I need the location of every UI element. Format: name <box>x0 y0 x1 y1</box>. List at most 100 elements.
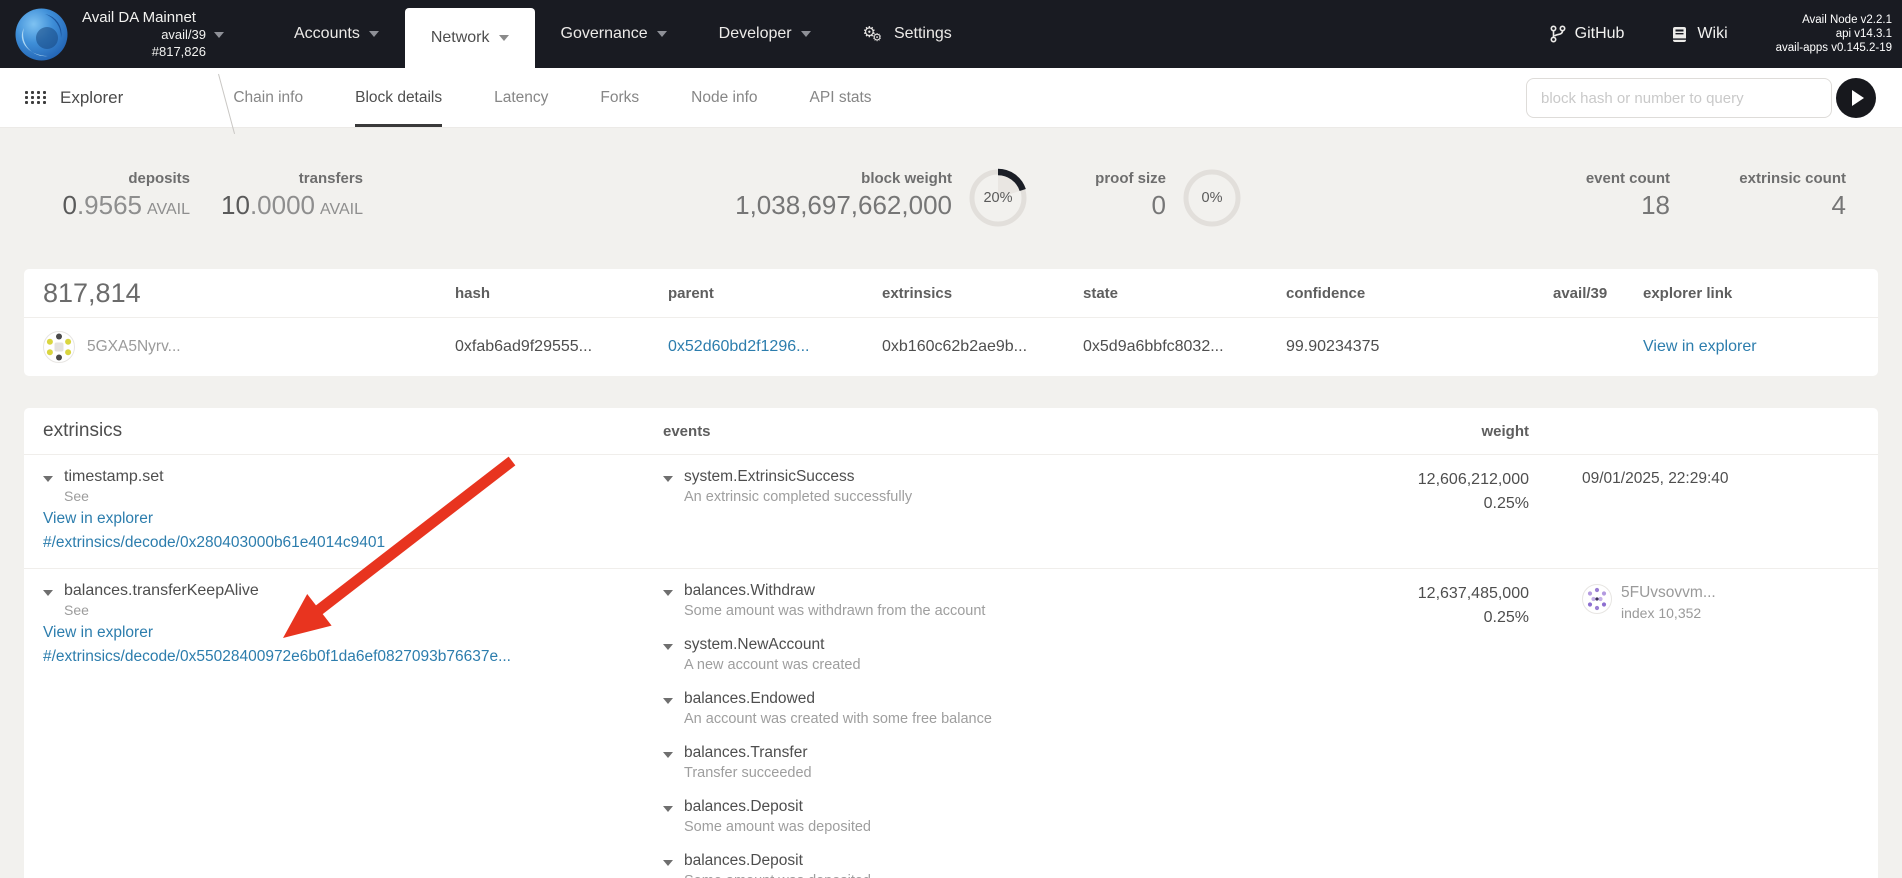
event-item: balances.DepositSome amount was deposite… <box>663 852 1303 878</box>
block-table-card: 817,814 hash parent extrinsics state con… <box>24 269 1878 376</box>
extrinsic-explorer-link[interactable]: View in explorer <box>43 624 663 642</box>
extrinsic-method: timestamp.set <box>64 468 164 486</box>
wiki-link[interactable]: Wiki <box>1672 25 1727 43</box>
col-header-confidence: confidence <box>1286 285 1553 302</box>
stat-transfers: transfers 10.0000AVAIL <box>200 170 363 221</box>
section-title: Explorer <box>60 88 123 108</box>
extrinsics-title: extrinsics <box>43 420 663 442</box>
extrinsic-decode-link[interactable]: #/extrinsics/decode/0x55028400972e6b0f1d… <box>43 648 663 666</box>
github-fork-icon <box>1550 25 1566 43</box>
block-search-input[interactable] <box>1526 78 1832 118</box>
extrinsics-header: extrinsics events weight <box>24 408 1878 454</box>
col-header-parent: parent <box>668 285 882 302</box>
node-version: Avail Node v2.2.1 <box>1776 13 1892 27</box>
event-item: balances.WithdrawSome amount was withdra… <box>663 582 1303 619</box>
signer-cell: 5FUvsovvm... index 10,352 <box>1529 582 1878 621</box>
col-header-hash: hash <box>455 285 668 302</box>
event-item: balances.TransferTransfer succeeded <box>663 744 1303 781</box>
extrinsics-card: extrinsics events weight timestamp.set S… <box>24 408 1878 878</box>
block-table-row: 5GXA5Nyrv... 0xfab6ad9f29555... 0x52d60b… <box>24 318 1878 376</box>
event-item: balances.EndowedAn account was created w… <box>663 690 1303 727</box>
external-links: GitHub Wiki <box>1550 0 1776 68</box>
extrinsics-root: 0xb160c62b2ae9b... <box>882 338 1083 356</box>
chevron-down-icon <box>214 32 224 38</box>
weight-cell: 12,606,212,000 0.25% <box>1303 468 1529 513</box>
avail-logo[interactable] <box>0 0 82 68</box>
top-navigation-bar: Avail DA Mainnet avail/39 #817,826 Accou… <box>0 0 1902 68</box>
stat-deposits: deposits 0.9565AVAIL <box>0 170 190 221</box>
col-header-explorer-link: explorer link <box>1643 285 1878 302</box>
menu-governance[interactable]: Governance <box>535 0 693 68</box>
tab-chain-info[interactable]: Chain info <box>233 68 303 127</box>
github-link[interactable]: GitHub <box>1550 25 1625 43</box>
chain-spec[interactable]: avail/39 <box>82 26 230 43</box>
event-item: system.NewAccountA new account was creat… <box>663 636 1303 673</box>
menu-developer[interactable]: Developer <box>693 0 837 68</box>
expand-caret-icon[interactable] <box>663 698 673 704</box>
author-identicon <box>43 331 75 363</box>
extrinsic-method: balances.transferKeepAlive <box>64 582 259 600</box>
menu-network[interactable]: Network <box>405 8 535 68</box>
menu-accounts[interactable]: Accounts <box>268 0 405 68</box>
expand-caret-icon[interactable] <box>663 476 673 482</box>
api-version: api v14.3.1 <box>1776 27 1892 41</box>
menu-settings[interactable]: ⚙⚙Settings <box>837 0 978 68</box>
see-label: See <box>64 602 663 618</box>
signer-identicon <box>1582 584 1612 614</box>
expand-caret-icon[interactable] <box>663 644 673 650</box>
proof-size-gauge: 0% <box>1180 166 1244 230</box>
timestamp-cell: 09/01/2025, 22:29:40 <box>1529 468 1878 488</box>
grid-icon <box>25 91 47 104</box>
extrinsic-decode-link[interactable]: #/extrinsics/decode/0x280403000b61e4014c… <box>43 534 663 552</box>
event-item: system.ExtrinsicSuccessAn extrinsic comp… <box>663 468 1303 505</box>
signer-index: index 10,352 <box>1621 605 1716 621</box>
play-icon <box>1852 90 1864 106</box>
expand-caret-icon[interactable] <box>663 860 673 866</box>
stat-event-count: event count 18 <box>1500 170 1670 221</box>
events-header: events <box>663 423 1303 440</box>
gears-icon: ⚙⚙ <box>863 23 886 41</box>
col-header-availspec: avail/39 <box>1553 285 1643 302</box>
apps-version: avail-apps v0.145.2-19 <box>1776 41 1892 55</box>
explorer-tabbar: Explorer Chain info Block details Latenc… <box>0 68 1902 128</box>
confidence-value: 99.90234375 <box>1286 338 1553 356</box>
chevron-down-icon <box>657 31 667 37</box>
tab-list: Chain info Block details Latency Forks N… <box>233 68 923 127</box>
tab-forks[interactable]: Forks <box>600 68 639 127</box>
chevron-down-icon <box>369 31 379 37</box>
expand-caret-icon[interactable] <box>663 806 673 812</box>
expand-caret-icon[interactable] <box>663 752 673 758</box>
col-header-extrinsics: extrinsics <box>882 285 1083 302</box>
parent-hash-link[interactable]: 0x52d60bd2f1296... <box>668 338 882 356</box>
chevron-down-icon <box>499 35 509 41</box>
explorer-section: Explorer <box>0 68 123 127</box>
tab-block-details[interactable]: Block details <box>355 68 442 127</box>
weight-header: weight <box>1303 423 1529 440</box>
event-item: balances.DepositSome amount was deposite… <box>663 798 1303 835</box>
best-block-number: #817,826 <box>82 43 230 60</box>
tab-api-stats[interactable]: API stats <box>810 68 872 127</box>
stat-extrinsic-count: extrinsic count 4 <box>1690 170 1846 221</box>
signer-address: 5FUvsovvm... <box>1621 584 1716 601</box>
block-table-header: 817,814 hash parent extrinsics state con… <box>24 269 1878 318</box>
expand-caret-icon[interactable] <box>43 590 53 596</box>
network-brand[interactable]: Avail DA Mainnet avail/39 #817,826 <box>82 0 230 68</box>
col-header-state: state <box>1083 285 1286 302</box>
extrinsic-explorer-link[interactable]: View in explorer <box>43 510 663 528</box>
state-root: 0x5d9a6bbfc8032... <box>1083 338 1286 356</box>
extrinsic-row-timestamp-set: timestamp.set See View in explorer #/ext… <box>24 454 1878 568</box>
expand-caret-icon[interactable] <box>663 590 673 596</box>
block-hash: 0xfab6ad9f29555... <box>455 338 668 356</box>
weight-cell: 12,637,485,000 0.25% <box>1303 582 1529 627</box>
block-number: 817,814 <box>43 278 455 309</box>
version-info: Avail Node v2.2.1 api v14.3.1 avail-apps… <box>1776 0 1902 68</box>
view-in-explorer-link[interactable]: View in explorer <box>1643 338 1878 356</box>
tab-node-info[interactable]: Node info <box>691 68 757 127</box>
block-summary-stats: deposits 0.9565AVAIL transfers 10.0000AV… <box>0 128 1902 269</box>
search-submit-button[interactable] <box>1836 78 1876 118</box>
expand-caret-icon[interactable] <box>43 476 53 482</box>
chevron-down-icon <box>801 31 811 37</box>
stat-proof-size: proof size 0 <box>1000 170 1166 221</box>
extrinsic-row-transfer-keep-alive: balances.transferKeepAlive See View in e… <box>24 568 1878 878</box>
tab-latency[interactable]: Latency <box>494 68 548 127</box>
